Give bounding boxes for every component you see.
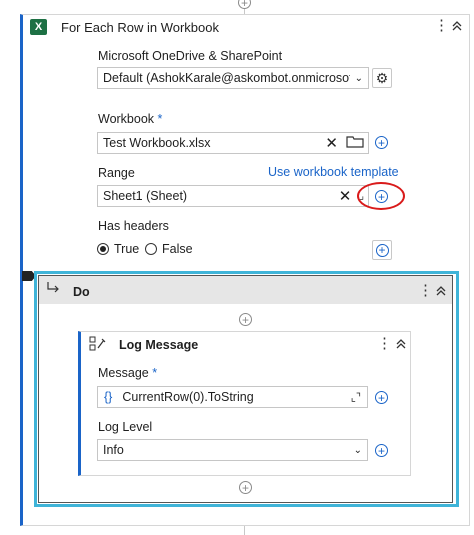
branch-arrow-icon (46, 282, 60, 297)
radio-true-dot[interactable] (97, 243, 109, 255)
required-marker: * (152, 366, 158, 380)
settings-gear-icon: ⚙ (375, 69, 389, 86)
message-input[interactable]: {} CurrentRow(0).ToString ⌞⌝ (97, 386, 368, 408)
workbook-label-text: Workbook (98, 112, 155, 126)
range-input[interactable]: Sheet1 (Sheet) ✕ ⌟ (97, 185, 369, 207)
collapse-chevron-up-icon[interactable] (395, 337, 407, 352)
message-value: CurrentRow(0).ToString (122, 390, 254, 404)
folder-icon[interactable] (346, 135, 368, 151)
message-label-text: Message (98, 366, 149, 380)
card-title: For Each Row in Workbook (61, 20, 219, 35)
range-value: Sheet1 (Sheet) (103, 189, 188, 203)
kebab-icon[interactable]: ⋮ (418, 283, 433, 298)
bottom-add-activity-plus-icon[interactable]: + (239, 481, 252, 494)
message-label: Message * (98, 366, 157, 380)
radio-true-label: True (114, 242, 140, 256)
red-annotation-circle (357, 182, 405, 210)
range-label: Range (98, 166, 135, 180)
log-level-plus-circle-icon[interactable]: + (375, 444, 388, 457)
radio-false-dot[interactable] (145, 243, 157, 255)
chevron-down-icon: ⌄ (353, 444, 362, 456)
log-message-icon (89, 336, 106, 354)
top-add-activity-plus-icon[interactable]: + (238, 0, 251, 9)
headers-plus-button[interactable]: + (372, 240, 392, 260)
radio-true[interactable]: True (97, 242, 139, 256)
close-icon[interactable]: ✕ (325, 134, 346, 152)
message-plus-circle-icon[interactable]: + (375, 391, 388, 404)
has-headers-label: Has headers (98, 219, 169, 233)
connection-label: Microsoft OneDrive & SharePoint (98, 49, 283, 63)
log-level-dropdown[interactable]: Info ⌄ (97, 439, 368, 461)
workbook-value: Test Workbook.xlsx (103, 136, 211, 150)
kebab-icon[interactable]: ⋮ (377, 336, 392, 351)
collapse-chevron-up-icon[interactable] (451, 19, 463, 34)
do-title: Do (73, 285, 90, 299)
workbook-input[interactable]: Test Workbook.xlsx ✕ (97, 132, 369, 154)
chevron-down-icon: ⌄ (354, 72, 363, 84)
radio-false-label: False (162, 242, 193, 256)
connection-dropdown[interactable]: Default (AshokKarale@askombot.onmicrosof… (97, 67, 369, 89)
do-header (39, 276, 452, 304)
excel-icon-letter: X (34, 21, 43, 33)
collapse-chevron-up-icon[interactable] (435, 284, 447, 299)
connection-value: Default (AshokKarale@askombot.onmicrosof… (103, 71, 350, 85)
log-level-value: Info (103, 443, 124, 457)
do-add-activity-plus-icon[interactable]: + (239, 313, 252, 326)
kebab-icon[interactable]: ⋮ (434, 18, 449, 33)
settings-gear-button[interactable]: ⚙ (372, 68, 392, 88)
workbook-plus-circle-icon[interactable]: + (375, 136, 388, 149)
log-level-label: Log Level (98, 420, 153, 434)
use-workbook-template-link[interactable]: Use workbook template (268, 165, 399, 179)
workbook-label: Workbook * (98, 112, 162, 126)
plus-circle-icon: + (375, 243, 389, 257)
expression-braces-icon: {} (104, 390, 113, 404)
required-marker: * (157, 112, 163, 126)
excel-icon: X (30, 19, 47, 35)
log-message-title: Log Message (119, 338, 199, 352)
radio-false[interactable]: False (145, 242, 193, 256)
bottom-connector-line (244, 526, 245, 535)
expand-icon[interactable]: ⌞⌝ (351, 391, 367, 404)
